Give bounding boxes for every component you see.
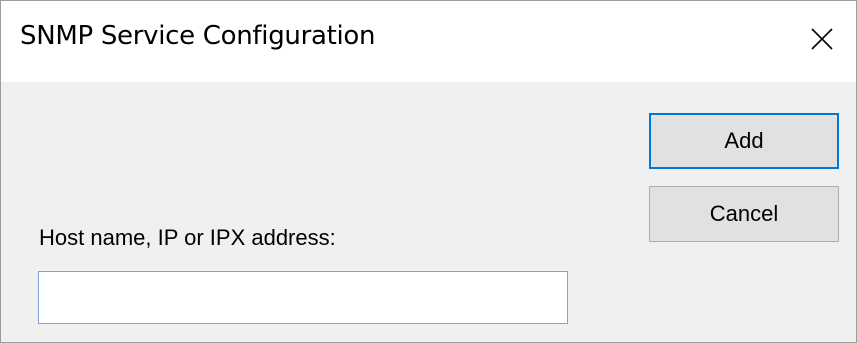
host-address-input[interactable] xyxy=(38,271,568,324)
host-address-label: Host name, IP or IPX address: xyxy=(39,225,336,250)
add-button[interactable]: Add xyxy=(649,113,839,169)
cancel-button[interactable]: Cancel xyxy=(649,186,839,242)
title-bar: SNMP Service Configuration xyxy=(1,1,856,82)
close-button[interactable] xyxy=(786,1,856,82)
close-icon xyxy=(811,28,833,50)
snmp-service-configuration-dialog: SNMP Service Configuration Add Cancel Ho… xyxy=(0,0,857,343)
dialog-title: SNMP Service Configuration xyxy=(20,21,376,51)
